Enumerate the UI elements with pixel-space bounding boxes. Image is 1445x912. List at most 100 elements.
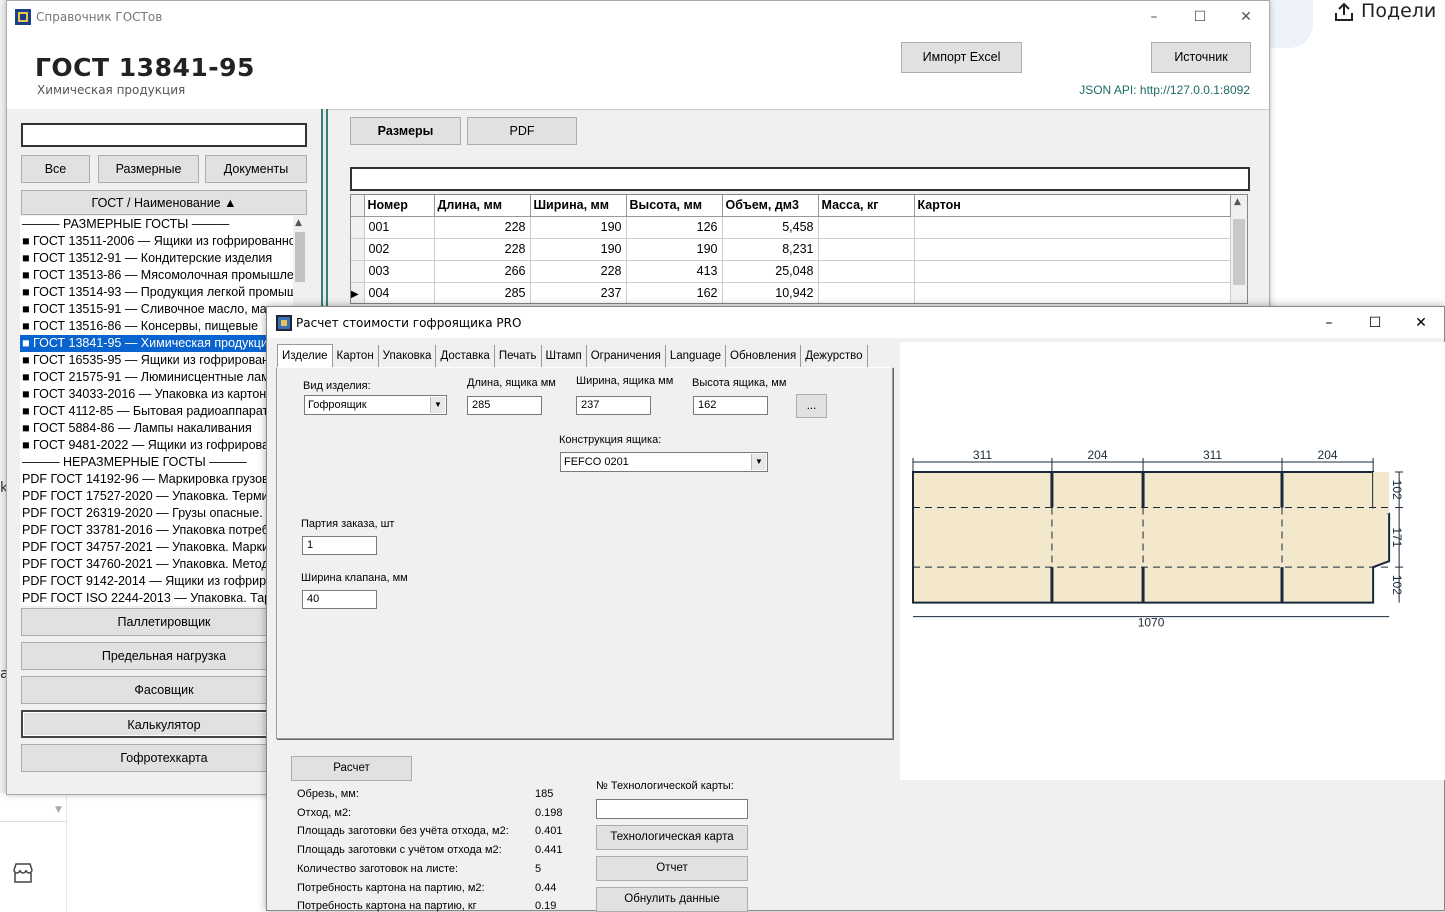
import-excel-button[interactable]: Импорт Excel <box>901 42 1022 73</box>
tab-7[interactable]: Language <box>666 345 727 367</box>
table-cell[interactable] <box>818 260 915 283</box>
table-cell[interactable] <box>914 216 1231 239</box>
minimize-button[interactable]: – <box>1131 1 1177 33</box>
grid-column-header[interactable]: Высота, мм <box>626 195 723 217</box>
flap-width-input[interactable]: 40 <box>302 590 377 609</box>
tab-5[interactable]: Штамп <box>542 345 587 367</box>
source-button[interactable]: Источник <box>1151 42 1251 73</box>
maximize-button[interactable]: ☐ <box>1177 1 1223 33</box>
list-item[interactable]: PDF ГОСТ 34757-2021 — Упаковка. Маркиров… <box>20 539 307 556</box>
store-icon[interactable] <box>10 860 36 886</box>
table-cell[interactable]: 002 <box>364 238 435 261</box>
sort-header-button[interactable]: ГОСТ / Наименование ▲ <box>21 190 307 215</box>
list-item[interactable]: ——— НЕРАЗМЕРНЫЕ ГОСТЫ ——— <box>20 454 307 471</box>
list-item[interactable]: ■ ГОСТ 13511-2006 — Ящики из гофрированн… <box>20 233 307 250</box>
width-input[interactable]: 237 <box>576 396 651 415</box>
table-cell[interactable] <box>818 238 915 261</box>
table-cell[interactable] <box>914 238 1231 261</box>
report-button[interactable]: Отчет <box>596 856 748 881</box>
filter-all-button[interactable]: Все <box>21 155 90 183</box>
list-item[interactable]: PDF ГОСТ 9142-2014 — Ящики из гофрирован… <box>20 573 307 590</box>
table-cell[interactable]: 162 <box>626 282 723 303</box>
list-item[interactable]: PDF ГОСТ 33781-2016 — Упаковка потребите… <box>20 522 307 539</box>
table-cell[interactable]: 228 <box>434 238 531 261</box>
table-cell[interactable]: 237 <box>530 282 627 303</box>
close-button[interactable]: ✕ <box>1398 307 1444 339</box>
tab-2[interactable]: Упаковка <box>379 345 437 367</box>
grid-column-header[interactable]: Номер <box>364 195 435 217</box>
more-options-button[interactable]: ... <box>796 394 827 418</box>
list-item[interactable]: ■ ГОСТ 13514-93 — Продукция легкой промы… <box>20 284 307 301</box>
grid-column-header[interactable]: Длина, мм <box>434 195 531 217</box>
share-button[interactable]: Подели <box>1333 0 1445 24</box>
table-row[interactable]: 002 228 190 190 8,231 <box>351 238 1231 261</box>
batch-input[interactable]: 1 <box>302 536 377 555</box>
table-cell[interactable] <box>914 260 1231 283</box>
calculator-button[interactable]: Калькулятор <box>21 710 307 738</box>
list-item[interactable]: PDF ГОСТ 26319-2020 — Грузы опасные. <box>20 505 307 522</box>
table-cell[interactable]: 004 <box>364 282 435 303</box>
packer-button[interactable]: Фасовщик <box>21 676 307 704</box>
list-item[interactable]: PDF ГОСТ 14192-96 — Маркировка грузов <box>20 471 307 488</box>
list-item[interactable]: PDF ГОСТ 17527-2020 — Упаковка. Термины <box>20 488 307 505</box>
tab-sizes[interactable]: Размеры <box>350 117 461 145</box>
list-item[interactable]: ■ ГОСТ 13513-86 — Мясомолочная промышлен… <box>20 267 307 284</box>
maximize-button[interactable]: ☐ <box>1352 307 1398 339</box>
table-cell[interactable]: 228 <box>530 260 627 283</box>
grid-column-header[interactable]: Масса, кг <box>818 195 915 217</box>
tab-3[interactable]: Доставка <box>436 345 495 367</box>
reset-data-button[interactable]: Обнулить данные <box>596 887 748 912</box>
filter-documents-button[interactable]: Документы <box>205 155 307 183</box>
table-cell[interactable] <box>914 282 1231 303</box>
table-cell[interactable]: 8,231 <box>722 238 819 261</box>
table-row[interactable]: ▶ 004 285 237 162 10,942 <box>351 282 1231 303</box>
table-cell[interactable]: 10,942 <box>722 282 819 303</box>
height-input[interactable]: 162 <box>693 396 768 415</box>
table-cell[interactable]: 266 <box>434 260 531 283</box>
table-cell[interactable]: 190 <box>530 238 627 261</box>
table-cell[interactable]: 413 <box>626 260 723 283</box>
table-cell[interactable]: 25,048 <box>722 260 819 283</box>
close-button[interactable]: ✕ <box>1223 1 1269 33</box>
table-row[interactable]: 003 266 228 413 25,048 <box>351 260 1231 283</box>
grid-scrollbar[interactable]: ▲ <box>1231 195 1247 303</box>
table-cell[interactable]: 228 <box>434 216 531 239</box>
table-cell[interactable]: 003 <box>364 260 435 283</box>
construction-select[interactable]: FEFCO 0201 ▼ <box>560 452 768 472</box>
tab-0[interactable]: Изделие <box>277 344 333 368</box>
search-input[interactable] <box>21 123 307 147</box>
corrugation-card-button[interactable]: Гофротехкарта <box>21 744 307 772</box>
max-load-button[interactable]: Предельная нагрузка <box>21 642 307 670</box>
list-item[interactable]: ■ ГОСТ 5884-86 — Лампы накаливания <box>20 420 307 437</box>
table-cell[interactable]: 126 <box>626 216 723 239</box>
grid-column-header[interactable]: Картон <box>914 195 1231 217</box>
grid-filter-input[interactable] <box>350 167 1250 191</box>
tab-6[interactable]: Ограничения <box>587 345 666 367</box>
table-cell[interactable] <box>818 216 915 239</box>
tab-1[interactable]: Картон <box>333 345 379 367</box>
grid-column-header[interactable]: Ширина, мм <box>530 195 627 217</box>
sizes-grid[interactable]: Номер Длина, мм Ширина, мм Высота, мм Объем,… <box>350 194 1248 304</box>
table-cell[interactable]: 190 <box>530 216 627 239</box>
gost-list[interactable]: ——— РАЗМЕРНЫЕ ГОСТЫ ——— ■ ГОСТ 13511-2006… <box>20 216 307 606</box>
filter-dimensional-button[interactable]: Размерные <box>98 155 199 183</box>
list-item[interactable]: ■ ГОСТ 13516-86 — Консервы, пищевые <box>20 318 307 335</box>
tab-pdf[interactable]: PDF <box>467 117 577 145</box>
list-item[interactable]: ■ ГОСТ 13841-95 — Химическая продукция <box>20 335 307 352</box>
palletizer-button[interactable]: Паллетировщик <box>21 608 307 636</box>
tab-4[interactable]: Печать <box>495 345 542 367</box>
length-input[interactable]: 285 <box>467 396 542 415</box>
list-item[interactable]: ■ ГОСТ 34033-2016 — Упаковка из картона <box>20 386 307 403</box>
list-item[interactable]: ■ ГОСТ 13515-91 — Сливочное масло, марга… <box>20 301 307 318</box>
minimize-button[interactable]: – <box>1306 307 1352 339</box>
list-item[interactable]: ■ ГОСТ 4112-85 — Бытовая радиоаппаратура <box>20 403 307 420</box>
list-item[interactable]: ■ ГОСТ 16535-95 — Ящики из гофрированног… <box>20 352 307 369</box>
tech-card-input[interactable] <box>596 799 748 819</box>
product-type-select[interactable]: Гофроящик ▼ <box>304 395 447 415</box>
list-item[interactable]: ■ ГОСТ 13512-91 — Кондитерские изделия <box>20 250 307 267</box>
table-row[interactable]: 001 228 190 126 5,458 <box>351 216 1231 239</box>
list-item[interactable]: ■ ГОСТ 21575-91 — Люминисцентные лампы <box>20 369 307 386</box>
table-cell[interactable]: 001 <box>364 216 435 239</box>
list-item[interactable]: PDF ГОСТ ISO 2244-2013 — Упаковка. Тара <box>20 590 307 606</box>
tech-card-button[interactable]: Технологическая карта <box>596 825 748 850</box>
